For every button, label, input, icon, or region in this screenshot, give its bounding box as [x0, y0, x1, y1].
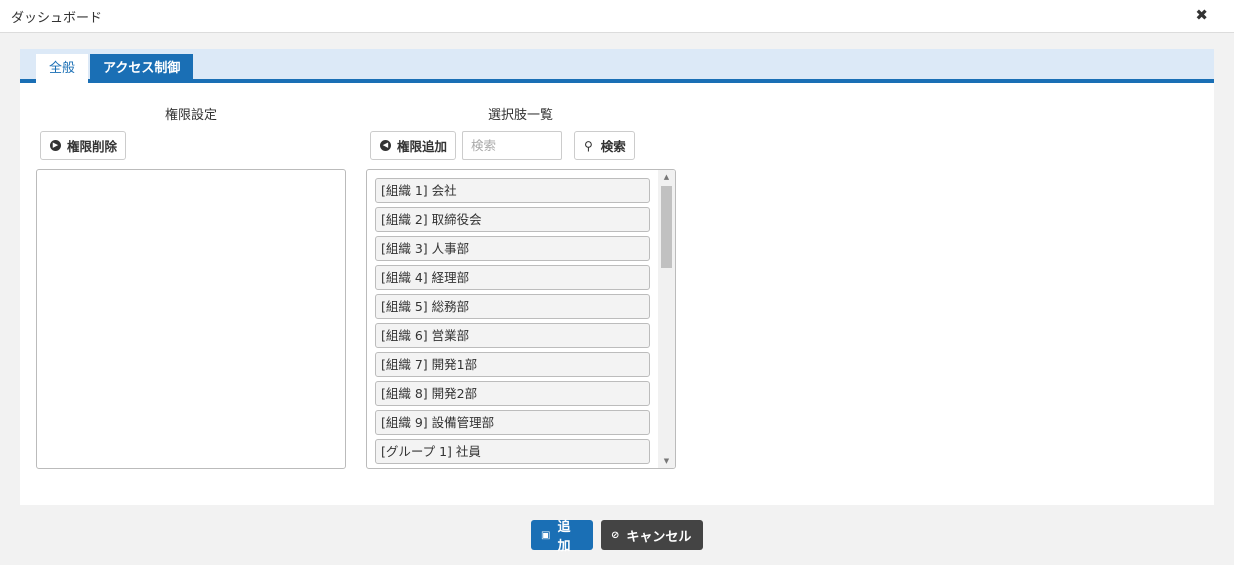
permission-settings-title: 権限設定	[165, 108, 218, 123]
scroll-down-icon[interactable]: ▼	[658, 454, 675, 468]
list-item[interactable]: [組織 4] 経理部	[375, 265, 650, 290]
scroll-up-icon[interactable]: ▲	[658, 170, 675, 184]
options-list[interactable]: [組織 1] 会社 [組織 2] 取締役会 [組織 3] 人事部 [組織 4] …	[366, 169, 676, 469]
list-item[interactable]: [組織 8] 開発2部	[375, 381, 650, 406]
search-button[interactable]: ⚲ 検索	[574, 131, 635, 160]
tab-bar: 全般 アクセス制御	[20, 49, 1214, 83]
list-item[interactable]: [組織 5] 総務部	[375, 294, 650, 319]
save-icon: ▣	[541, 529, 551, 541]
tab-access-control[interactable]: アクセス制御	[90, 54, 194, 83]
list-item[interactable]: [組織 2] 取締役会	[375, 207, 650, 232]
ban-icon: ⊘	[611, 529, 620, 541]
remove-permission-button[interactable]: ▶ 権限削除	[40, 131, 127, 160]
list-item[interactable]: [組織 9] 設備管理部	[375, 410, 650, 435]
cancel-button[interactable]: ⊘ キャンセル	[601, 520, 703, 550]
add-button-label: 追加	[557, 520, 571, 554]
cancel-button-label: キャンセル	[626, 529, 692, 545]
list-item[interactable]: [グループ 1] 社員	[375, 439, 650, 464]
search-button-label: 検索	[600, 139, 626, 154]
window-title: ダッシュボード	[11, 11, 103, 26]
scroll-thumb[interactable]	[661, 186, 672, 268]
tab-general[interactable]: 全般	[36, 54, 89, 83]
dialog-panel: 全般 アクセス制御 権限設定 選択肢一覧 ▶ 権限削除 ◀ 権限追加 ⚲ 検索 …	[20, 49, 1214, 505]
circle-back-icon: ◀	[380, 140, 391, 151]
options-list-title: 選択肢一覧	[488, 108, 554, 123]
add-permission-button[interactable]: ◀ 権限追加	[370, 131, 457, 160]
add-button[interactable]: ▣ 追加	[531, 520, 593, 554]
list-item[interactable]: [組織 7] 開発1部	[375, 352, 650, 377]
remove-permission-label: 権限削除	[67, 139, 118, 154]
close-icon[interactable]: ✖	[1195, 6, 1208, 24]
list-scrollbar[interactable]: ▲ ▼	[658, 170, 675, 468]
list-item[interactable]: [組織 6] 営業部	[375, 323, 650, 348]
list-item[interactable]: [組織 3] 人事部	[375, 236, 650, 261]
title-bar: ダッシュボード ✖	[0, 0, 1234, 33]
search-input[interactable]	[462, 131, 562, 160]
list-item[interactable]: [組織 1] 会社	[375, 178, 650, 203]
permission-list[interactable]	[36, 169, 346, 469]
search-icon: ⚲	[584, 138, 593, 153]
circle-play-icon: ▶	[50, 140, 61, 151]
add-permission-label: 権限追加	[397, 139, 448, 154]
